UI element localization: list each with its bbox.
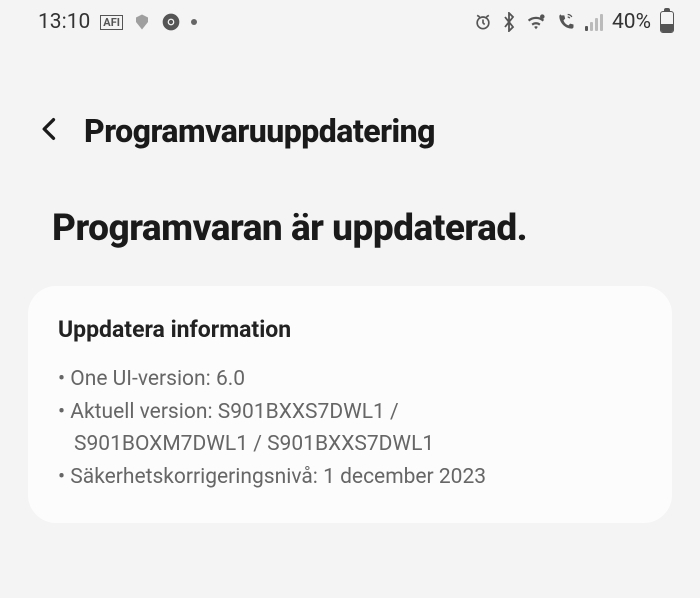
- back-button[interactable]: [36, 115, 64, 147]
- alarm-icon: [473, 12, 493, 32]
- security-patch-value: 1 december 2023: [323, 465, 486, 489]
- page-title: Programvaruuppdatering: [84, 112, 435, 150]
- current-version-row: Aktuell version: S901BXXS7DWL1 /: [58, 396, 642, 429]
- more-notifications-icon: [191, 19, 197, 25]
- battery-icon: [660, 11, 674, 33]
- one-ui-label: One UI-version:: [70, 367, 216, 391]
- current-version-label: Aktuell version:: [70, 400, 217, 424]
- header: Programvaruuppdatering: [0, 40, 700, 158]
- status-bar: 13:10 AFI 40%: [0, 0, 700, 40]
- current-version-value-1: S901BXXS7DWL1 /: [218, 400, 399, 424]
- wifi-calling-icon: [556, 12, 576, 32]
- app-icon: [133, 13, 151, 31]
- chrome-icon: [161, 12, 181, 32]
- security-patch-label: Säkerhetskorrigeringsnivå:: [70, 465, 323, 489]
- update-status-message: Programvaran är uppdaterad.: [0, 158, 700, 286]
- one-ui-version-row: One UI-version: 6.0: [58, 363, 642, 396]
- bluetooth-icon: [502, 12, 516, 32]
- wifi-icon: [525, 13, 547, 31]
- signal-icon: [585, 13, 603, 31]
- chevron-left-icon: [36, 115, 64, 143]
- status-left: 13:10 AFI: [38, 10, 197, 34]
- one-ui-value: 6.0: [216, 367, 245, 391]
- notification-badge: AFI: [100, 15, 123, 30]
- current-version-row-2: S901BOXM7DWL1 / S901BXXS7DWL1: [58, 428, 642, 461]
- status-right: 40%: [473, 10, 674, 34]
- card-title: Uppdatera information: [58, 316, 642, 343]
- security-patch-row: Säkerhetskorrigeringsnivå: 1 december 20…: [58, 461, 642, 494]
- clock: 13:10: [38, 10, 90, 34]
- update-info-card: Uppdatera information One UI-version: 6.…: [28, 286, 672, 523]
- battery-percentage: 40%: [612, 10, 651, 34]
